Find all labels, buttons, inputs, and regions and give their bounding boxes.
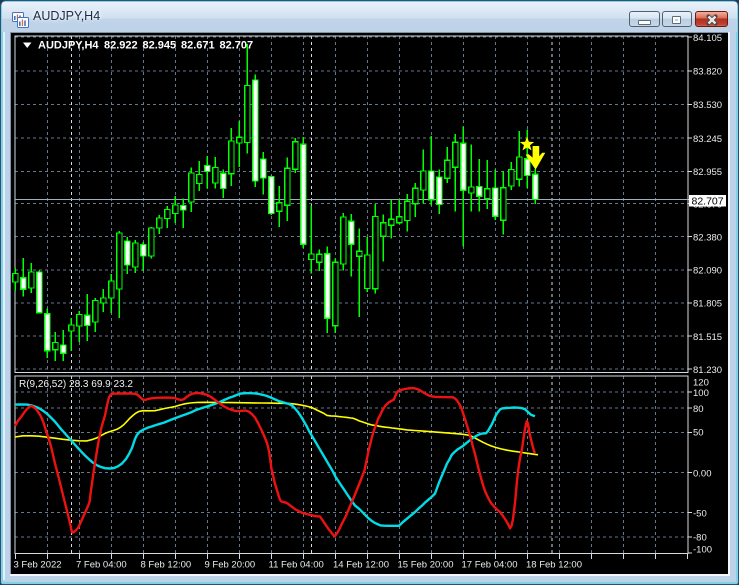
- svg-text:-100: -100: [693, 544, 712, 555]
- svg-text:82.945: 82.945: [143, 40, 177, 52]
- svg-text:82.380: 82.380: [693, 232, 722, 243]
- svg-text:-80: -80: [693, 533, 707, 544]
- svg-text:82.922: 82.922: [104, 40, 138, 52]
- svg-text:-50: -50: [693, 509, 707, 520]
- svg-text:82.707: 82.707: [220, 40, 254, 52]
- svg-text:7 Feb 04:00: 7 Feb 04:00: [76, 560, 127, 571]
- svg-text:83.530: 83.530: [693, 100, 722, 111]
- svg-text:83.820: 83.820: [693, 67, 722, 78]
- svg-text:18 Feb 12:00: 18 Feb 12:00: [526, 560, 582, 571]
- svg-text:82.955: 82.955: [693, 167, 722, 178]
- svg-text:82.707: 82.707: [692, 195, 724, 207]
- svg-text:120: 120: [693, 377, 709, 388]
- svg-text:100: 100: [693, 388, 709, 399]
- svg-text:81.805: 81.805: [693, 299, 722, 310]
- svg-text:50: 50: [693, 428, 704, 439]
- svg-text:84.105: 84.105: [693, 33, 722, 44]
- svg-text:15 Feb 20:00: 15 Feb 20:00: [398, 560, 454, 571]
- svg-text:8 Feb 12:00: 8 Feb 12:00: [141, 560, 192, 571]
- svg-text:80: 80: [693, 404, 704, 415]
- svg-text:11 Feb 04:00: 11 Feb 04:00: [269, 560, 324, 571]
- svg-text:R(9,26,52) 28.3 69.9 23.2: R(9,26,52) 28.3 69.9 23.2: [19, 379, 133, 390]
- svg-text:0.00: 0.00: [693, 468, 712, 479]
- svg-text:81.230: 81.230: [693, 365, 722, 376]
- svg-text:14 Feb 12:00: 14 Feb 12:00: [333, 560, 389, 571]
- svg-text:83.245: 83.245: [693, 134, 722, 145]
- svg-text:9 Feb 20:00: 9 Feb 20:00: [205, 560, 256, 571]
- svg-text:82.671: 82.671: [181, 40, 215, 52]
- svg-text:AUDJPY,H4: AUDJPY,H4: [38, 40, 99, 52]
- svg-text:3 Feb 2022: 3 Feb 2022: [14, 560, 62, 571]
- svg-text:81.515: 81.515: [693, 332, 722, 343]
- svg-text:82.090: 82.090: [693, 266, 722, 277]
- svg-text:17 Feb 04:00: 17 Feb 04:00: [462, 560, 518, 571]
